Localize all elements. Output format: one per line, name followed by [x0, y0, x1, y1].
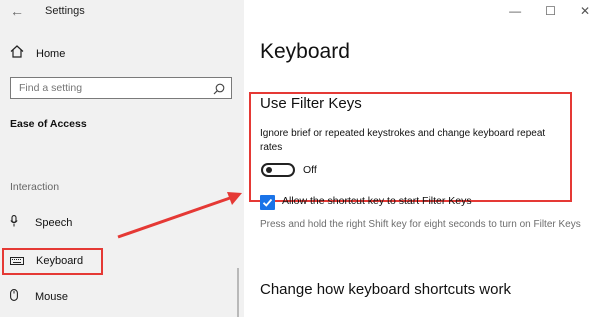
page-title: Keyboard — [260, 40, 350, 63]
section-title: Ease of Access — [10, 118, 87, 130]
sidebar-item-home[interactable]: Home — [10, 45, 65, 63]
maximize-icon[interactable]: ☐ — [545, 4, 556, 18]
checkmark-icon — [262, 198, 273, 207]
search-box[interactable] — [10, 77, 232, 99]
search-icon[interactable] — [213, 82, 225, 100]
sidebar-item-mouse[interactable]: Mouse — [10, 288, 68, 306]
toggle-state-label: Off — [303, 164, 317, 176]
minimize-icon[interactable]: — — [509, 4, 521, 18]
toggle-knob — [266, 167, 272, 173]
main-panel: — ☐ ✕ Keyboard Use Filter Keys Ignore br… — [244, 0, 600, 317]
home-icon — [10, 45, 24, 63]
group-label-interaction: Interaction — [10, 181, 60, 193]
sidebar-item-label: Speech — [35, 217, 73, 229]
sidebar-item-speech[interactable]: Speech — [10, 214, 72, 232]
sidebar-item-label: Mouse — [35, 291, 69, 303]
back-arrow-icon[interactable]: ← — [10, 3, 24, 19]
mouse-icon — [10, 288, 18, 306]
annotation-box-keyboard — [2, 248, 103, 275]
shortcut-checkbox-label[interactable]: Allow the shortcut key to start Filter K… — [282, 195, 472, 207]
sidebar: ← Settings Home Ease of Access Interacti… — [0, 0, 244, 317]
app-title: Settings — [45, 5, 85, 17]
shortcut-checkbox[interactable] — [260, 195, 275, 210]
home-label: Home — [36, 48, 66, 60]
window-controls: — ☐ ✕ — [509, 4, 590, 18]
keyboard-shortcuts-section-title: Change how keyboard shortcuts work — [260, 281, 511, 298]
close-icon[interactable]: ✕ — [580, 4, 590, 18]
shortcut-help-text: Press and hold the right Shift key for e… — [260, 219, 581, 230]
scrollbar[interactable] — [237, 268, 239, 317]
microphone-icon — [10, 214, 18, 232]
filter-keys-title: Use Filter Keys — [260, 95, 362, 112]
filter-keys-toggle[interactable] — [261, 163, 295, 177]
filter-keys-description: Ignore brief or repeated keystrokes and … — [260, 128, 546, 153]
search-input[interactable] — [19, 81, 199, 95]
